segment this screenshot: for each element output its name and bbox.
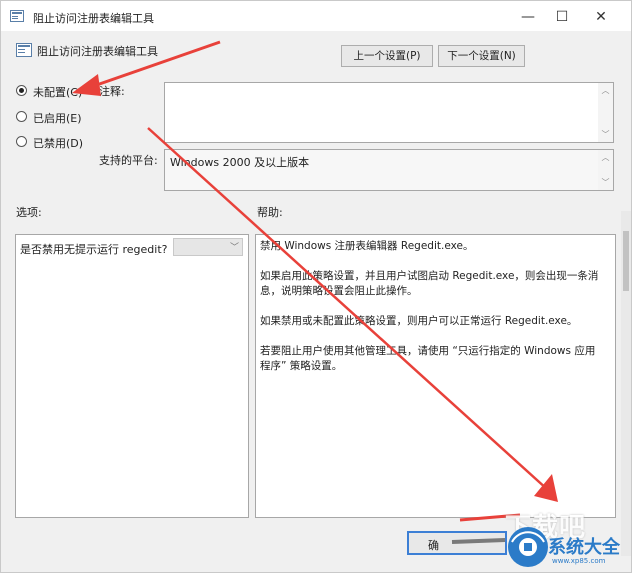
comment-textarea[interactable]: ︿ ﹀ <box>164 82 614 143</box>
help-text: 禁用 Windows 注册表编辑器 Regedit.exe。 如果启用此策略设置… <box>260 239 600 389</box>
help-paragraph: 如果禁用或未配置此策略设置，则用户可以正常运行 Regedit.exe。 <box>260 315 578 327</box>
help-panel: 禁用 Windows 注册表编辑器 Regedit.exe。 如果启用此策略设置… <box>255 234 616 518</box>
window-scrollbar[interactable] <box>621 211 631 556</box>
comment-scrollbar[interactable]: ︿ ﹀ <box>598 83 613 142</box>
watermark-text: 系统大全 <box>548 537 620 558</box>
radio-label: 已禁用(D) <box>33 137 84 150</box>
help-paragraph: 禁用 Windows 注册表编辑器 Regedit.exe。 <box>260 240 474 252</box>
policy-editor-window: 阻止访问注册表编辑工具 — ☐ ✕ 阻止访问注册表编辑工具 上一个设置(P) 下… <box>0 0 632 573</box>
platform-scrollbar[interactable]: ︿ ﹀ <box>598 150 613 190</box>
next-setting-button[interactable]: 下一个设置(N) <box>438 45 525 67</box>
comment-label: 注释: <box>99 85 125 98</box>
ok-button-label: 确 <box>428 539 439 552</box>
ok-button[interactable]: 确 <box>407 531 507 555</box>
scroll-down-icon[interactable]: ﹀ <box>601 130 610 139</box>
radio-label: 已启用(E) <box>33 112 82 125</box>
help-paragraph: 如果启用此策略设置，并且用户试图启动 Regedit.exe，则会出现一条消息，… <box>260 270 599 297</box>
radio-button[interactable] <box>16 111 27 122</box>
platform-value: Windows 2000 及以上版本 <box>170 156 310 169</box>
watermark-url: www.xp85.com <box>552 557 606 565</box>
minimize-button[interactable]: — <box>513 4 543 30</box>
window-title: 阻止访问注册表编辑工具 <box>33 12 154 25</box>
policy-icon <box>16 43 32 57</box>
maximize-button[interactable]: ☐ <box>547 4 577 30</box>
help-paragraph: 若要阻止用户使用其他管理工具，请使用 “只运行指定的 Windows 应用程序”… <box>260 345 596 372</box>
radio-button[interactable] <box>16 136 27 147</box>
options-label: 选项: <box>16 206 42 219</box>
options-panel: 是否禁用无提示运行 regedit? ﹀ <box>15 234 249 518</box>
title-bar: 阻止访问注册表编辑工具 — ☐ ✕ <box>1 1 631 31</box>
app-icon <box>10 10 24 22</box>
help-label: 帮助: <box>257 206 283 219</box>
policy-title: 阻止访问注册表编辑工具 <box>37 45 158 58</box>
radio-label: 未配置(C) <box>33 86 83 99</box>
platform-field: Windows 2000 及以上版本 ︿ ﹀ <box>164 149 614 191</box>
scroll-up-icon[interactable]: ︿ <box>601 153 610 162</box>
radio-button[interactable] <box>16 85 27 96</box>
scroll-up-icon[interactable]: ︿ <box>601 86 610 95</box>
previous-setting-button[interactable]: 上一个设置(P) <box>341 45 433 67</box>
platform-label: 支持的平台: <box>99 154 158 167</box>
scrollbar-thumb[interactable] <box>623 231 629 291</box>
options-row-label: 是否禁用无提示运行 regedit? <box>20 243 168 256</box>
regedit-dropdown[interactable]: ﹀ <box>173 238 243 256</box>
close-button[interactable]: ✕ <box>586 4 616 30</box>
scroll-down-icon[interactable]: ﹀ <box>601 178 610 187</box>
chevron-down-icon: ﹀ <box>229 243 239 253</box>
